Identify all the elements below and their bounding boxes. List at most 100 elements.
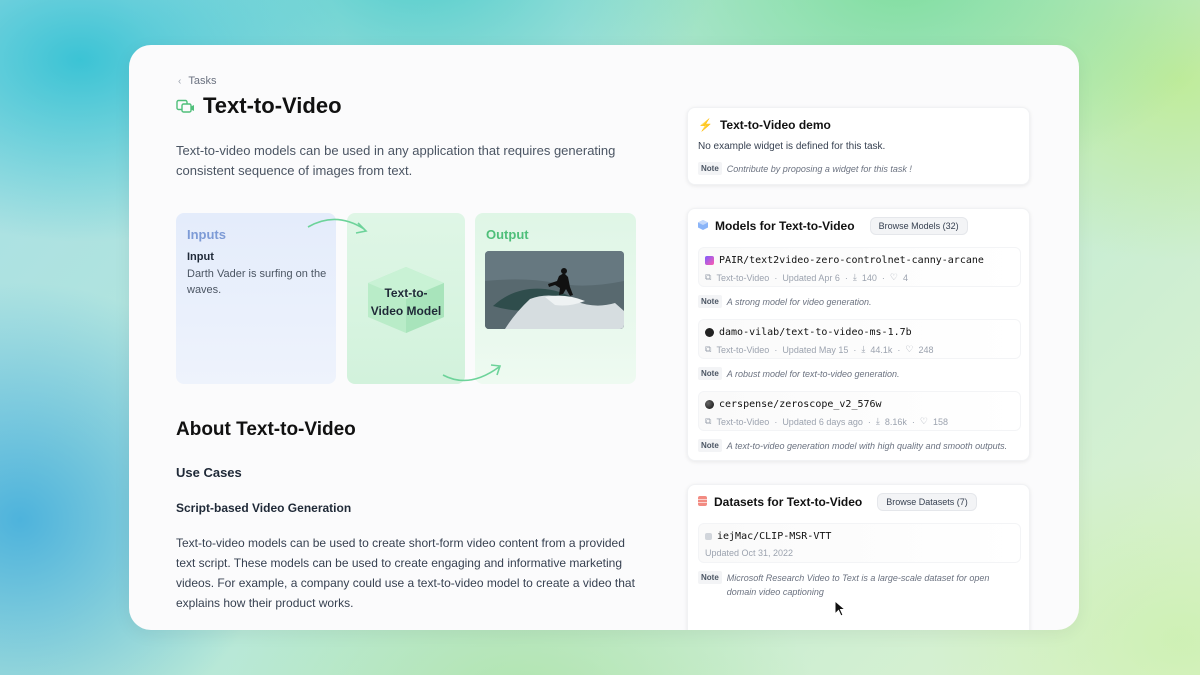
model-updated: Updated Apr 6 <box>782 272 840 283</box>
avatar <box>705 328 714 337</box>
heart-icon: ♡ <box>889 272 898 282</box>
input-value: Darth Vader is surfing on the waves. <box>187 268 327 296</box>
model-updated: Updated 6 days ago <box>782 416 863 427</box>
model-label-line2: Video Model <box>370 304 442 318</box>
dataset-item[interactable]: iejMac/CLIP-MSR-VTT Updated Oct 31, 2022 <box>698 523 1021 563</box>
model-likes: 4 <box>902 272 908 283</box>
note-tag: Note <box>698 295 722 308</box>
download-icon: ⤓ <box>861 344 866 354</box>
use-case-subheading: Script-based Video Generation <box>176 501 352 515</box>
dataset-meta: Updated Oct 31, 2022 <box>705 548 793 558</box>
lightning-icon: ⚡ <box>698 118 713 132</box>
separator: · <box>774 416 778 427</box>
separator: · <box>853 344 857 355</box>
model-updated: Updated May 15 <box>782 344 849 355</box>
datasets-title: Datasets for Text-to-Video <box>714 495 863 509</box>
cube-icon <box>698 219 708 233</box>
model-downloads: 44.1k <box>870 344 893 355</box>
download-icon: ⤓ <box>875 416 880 426</box>
task-icon: ⧉ <box>705 416 712 426</box>
model-item[interactable]: cerspense/zeroscope_v2_576w ⧉ Text-to-Vi… <box>698 391 1021 431</box>
demo-title: Text-to-Video demo <box>719 118 831 132</box>
separator: · <box>911 416 915 427</box>
model-note-text: A robust model for text-to-video generat… <box>726 369 900 379</box>
page-title-row: Text-to-Video <box>176 93 342 119</box>
breadcrumb-label[interactable]: Tasks <box>188 75 216 87</box>
model-item[interactable]: PAIR/text2video-zero-controlnet-canny-ar… <box>698 247 1021 287</box>
separator: · <box>867 416 871 427</box>
database-icon <box>698 495 707 509</box>
model-item[interactable]: damo-vilab/text-to-video-ms-1.7b ⧉ Text-… <box>698 319 1021 359</box>
output-video-thumbnail[interactable] <box>485 251 624 329</box>
arrow-icon <box>307 218 368 234</box>
separator: · <box>774 272 778 283</box>
chevron-left-icon: ‹ <box>178 75 182 87</box>
model-note-text: A strong model for video generation. <box>726 297 872 307</box>
models-title: Models for Text-to-Video <box>715 219 855 233</box>
demo-note: Note Contribute by proposing a widget fo… <box>698 162 912 176</box>
about-heading: About Text-to-Video <box>176 419 356 440</box>
demo-panel: ⚡ Text-to-Video demo No example widget i… <box>687 107 1030 185</box>
note-tag: Note <box>698 571 722 584</box>
dataset-note: Note Microsoft Research Video to Text is… <box>698 571 1018 599</box>
model-label-line1: Text-to- <box>384 286 428 300</box>
output-heading: Output <box>486 227 529 242</box>
mouse-cursor-icon <box>834 600 846 617</box>
model-meta: ⧉ Text-to-Video · Updated May 15 · ⤓ 44.… <box>705 344 933 355</box>
task-icon: ⧉ <box>705 344 712 354</box>
separator: · <box>844 272 848 283</box>
page-title: Text-to-Video <box>203 93 342 118</box>
model-task: Text-to-Video <box>716 272 770 283</box>
datasets-panel: Datasets for Text-to-Video Browse Datase… <box>687 484 1030 630</box>
model-note: Note A text-to-video generation model wi… <box>698 439 1007 453</box>
output-box: Output <box>475 213 636 384</box>
model-downloads: 140 <box>861 272 877 283</box>
model-likes: 248 <box>918 344 934 355</box>
note-tag: Note <box>698 162 722 175</box>
demo-note-text[interactable]: Contribute by proposing a widget for thi… <box>727 162 912 176</box>
use-case-body: Text-to-video models can be used to crea… <box>176 536 635 610</box>
breadcrumb[interactable]: ‹ Tasks <box>178 75 216 87</box>
model-name[interactable]: damo-vilab/text-to-video-ms-1.7b <box>719 327 912 338</box>
task-diagram: Inputs Input Darth Vader is surfing on t… <box>176 213 636 384</box>
model-task: Text-to-Video <box>716 344 770 355</box>
model-task: Text-to-Video <box>716 416 770 427</box>
dataset-name[interactable]: iejMac/CLIP-MSR-VTT <box>717 531 831 542</box>
models-header: Models for Text-to-Video Browse Models (… <box>698 217 968 235</box>
model-note: Note A strong model for video generation… <box>698 295 872 309</box>
task-page-card: ‹ Tasks Text-to-Video Text-to-video mode… <box>129 45 1079 630</box>
model-name[interactable]: PAIR/text2video-zero-controlnet-canny-ar… <box>719 255 984 266</box>
model-note-text: A text-to-video generation model with hi… <box>726 441 1008 451</box>
avatar <box>705 256 714 265</box>
dataset-updated: Updated Oct 31, 2022 <box>705 548 794 558</box>
note-tag: Note <box>698 367 722 380</box>
model-meta: ⧉ Text-to-Video · Updated Apr 6 · ⤓ 140 … <box>705 272 908 283</box>
model-hexagon: Text-to- Video Model <box>364 265 448 335</box>
heart-icon: ♡ <box>905 344 914 354</box>
heart-icon: ♡ <box>919 416 928 426</box>
note-tag: Note <box>698 439 722 452</box>
model-likes: 158 <box>932 416 948 427</box>
dataset-name-row: iejMac/CLIP-MSR-VTT <box>705 531 831 542</box>
model-downloads: 8.16k <box>884 416 907 427</box>
model-meta: ⧉ Text-to-Video · Updated 6 days ago · ⤓… <box>705 416 948 427</box>
datasets-header: Datasets for Text-to-Video Browse Datase… <box>698 493 977 511</box>
task-icon: ⧉ <box>705 272 712 282</box>
browse-models-button[interactable]: Browse Models (32) <box>869 217 968 235</box>
browse-datasets-button[interactable]: Browse Datasets (7) <box>877 493 977 511</box>
models-panel: Models for Text-to-Video Browse Models (… <box>687 208 1030 461</box>
separator: · <box>897 344 901 355</box>
dataset-note-text: Microsoft Research Video to Text is a la… <box>726 573 990 597</box>
demo-message: No example widget is defined for this ta… <box>698 141 886 152</box>
model-name-row: cerspense/zeroscope_v2_576w <box>705 399 882 410</box>
input-label: Input <box>187 251 214 263</box>
model-note: Note A robust model for text-to-video ge… <box>698 367 900 381</box>
model-name[interactable]: cerspense/zeroscope_v2_576w <box>719 399 882 410</box>
model-name-row: damo-vilab/text-to-video-ms-1.7b <box>705 327 912 338</box>
dataset-icon <box>705 533 712 540</box>
demo-header: ⚡ Text-to-Video demo <box>698 118 831 132</box>
separator: · <box>774 344 778 355</box>
avatar <box>705 400 714 409</box>
text-to-video-icon <box>176 99 195 114</box>
download-icon: ⤓ <box>852 272 857 282</box>
